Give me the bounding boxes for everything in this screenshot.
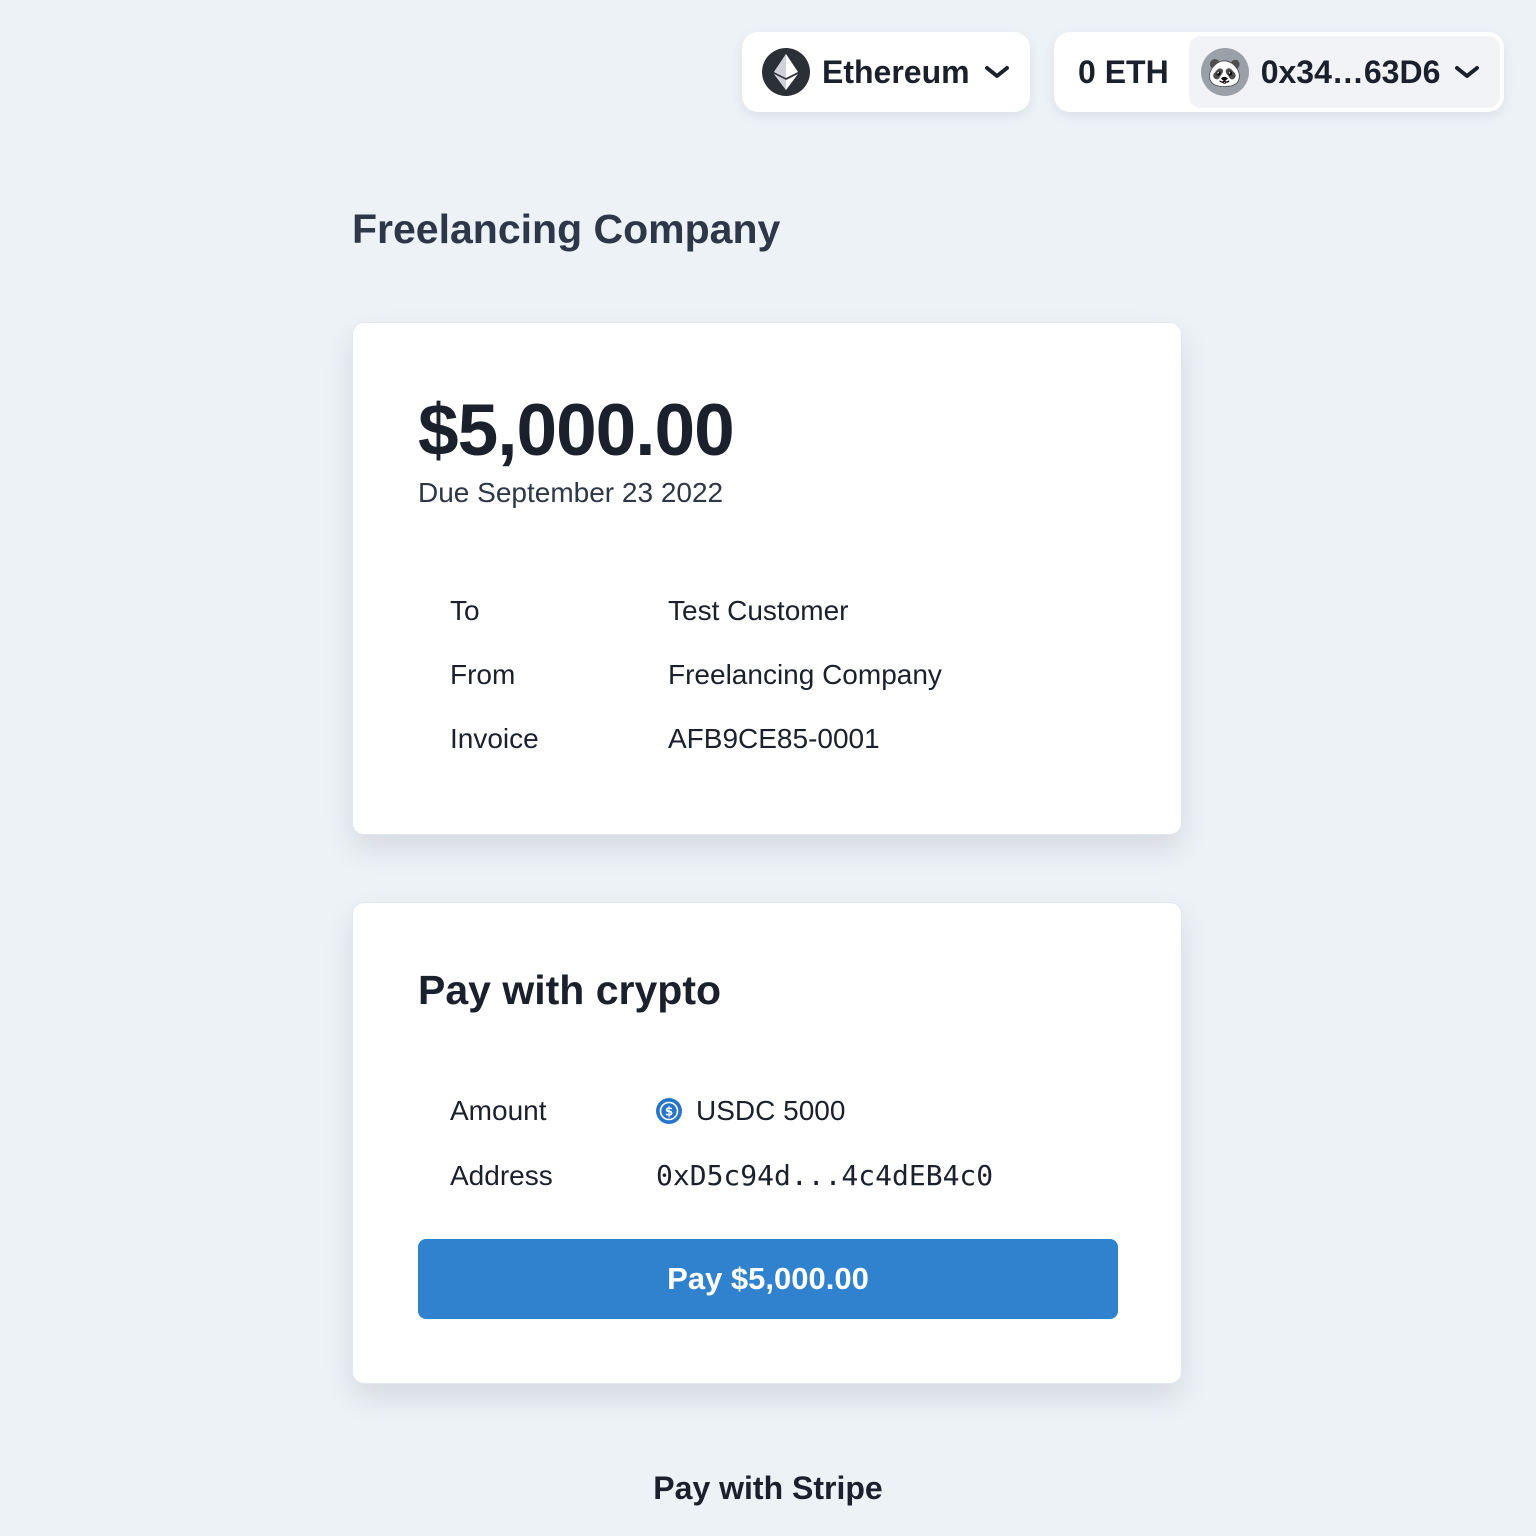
row-value: Freelancing Company: [668, 659, 942, 690]
amount-label: Amount: [450, 1095, 547, 1126]
pay-with-crypto-card: Pay with crypto Amount $ USDC 5000 Addre…: [352, 902, 1182, 1384]
invoice-amount: $5,000.00: [418, 390, 735, 471]
avatar: 🐼: [1200, 48, 1249, 96]
account-box: 0 ETH 🐼 0x34…63D6: [1054, 32, 1504, 112]
eth-balance: 0 ETH: [1078, 53, 1169, 90]
chevron-down-icon: [1454, 65, 1480, 79]
pay-button[interactable]: Pay $5,000.00: [418, 1239, 1118, 1319]
invoice-row-from: From Freelancing Company: [450, 659, 942, 691]
top-bar: Ethereum 0 ETH 🐼 0x34…63D6: [742, 32, 1504, 112]
invoice-row-invoice: Invoice AFB9CE85-0001: [450, 723, 880, 755]
row-label: From: [450, 659, 516, 690]
svg-text:$: $: [665, 1105, 673, 1119]
invoice-card: $5,000.00 Due September 23 2022 To Test …: [352, 322, 1182, 835]
address-label: Address: [450, 1159, 553, 1191]
account-address: 0x34…63D6: [1260, 53, 1441, 90]
row-value: AFB9CE85-0001: [668, 723, 880, 754]
row-label: Invoice: [450, 723, 539, 754]
row-label: To: [450, 595, 480, 626]
pay-crypto-heading: Pay with crypto: [418, 967, 722, 1013]
invoice-row-to: To Test Customer: [450, 595, 849, 627]
account-button[interactable]: 🐼 0x34…63D6: [1188, 36, 1500, 108]
due-date: Due September 23 2022: [418, 477, 724, 508]
ethereum-icon: [762, 48, 810, 96]
crypto-address-row: Address 0xD5c94d...4c4dEB4c0: [450, 1159, 993, 1192]
usdc-icon: $: [656, 1098, 682, 1124]
network-selector-button[interactable]: Ethereum: [742, 32, 1030, 112]
page-title: Freelancing Company: [352, 206, 781, 252]
chevron-down-icon: [984, 65, 1010, 79]
crypto-amount-row: Amount $ USDC 5000: [450, 1095, 845, 1127]
amount-value: USDC 5000: [696, 1095, 846, 1126]
row-value: Test Customer: [668, 595, 849, 626]
address-value[interactable]: 0xD5c94d...4c4dEB4c0: [656, 1159, 993, 1192]
network-label: Ethereum: [822, 53, 970, 90]
pay-with-stripe-link[interactable]: Pay with Stripe: [0, 1470, 1536, 1507]
